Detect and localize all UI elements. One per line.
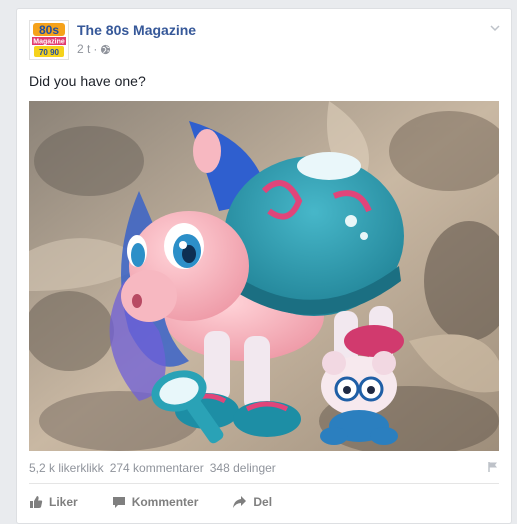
svg-text:Magazine: Magazine <box>33 39 65 46</box>
share-label: Del <box>253 495 273 509</box>
share-icon <box>233 496 247 508</box>
post-timestamp[interactable]: 2 t <box>77 42 90 56</box>
chevron-down-icon[interactable] <box>489 22 501 34</box>
comment-button[interactable]: Kommenter <box>112 495 199 509</box>
shares-count[interactable]: 348 delinger <box>210 461 276 475</box>
flag-icon[interactable] <box>487 461 499 473</box>
thumbs-up-icon <box>30 496 43 508</box>
page-avatar[interactable]: 80s Magazine 70 90 <box>29 20 69 60</box>
post-text: Did you have one? <box>29 73 146 89</box>
engagement-stats: 5,2 k likerklikk 274 kommentarer 348 del… <box>29 461 276 475</box>
post-card: 80s Magazine 70 90 The 80s Magazine 2 t … <box>16 8 512 524</box>
svg-text:70 90: 70 90 <box>39 48 60 57</box>
toy-photo-illustration <box>29 101 499 451</box>
share-button[interactable]: Del <box>232 495 272 509</box>
comment-label: Kommenter <box>131 495 199 509</box>
page-name-link[interactable]: The 80s Magazine <box>77 22 196 38</box>
comment-icon <box>112 497 125 508</box>
globe-icon <box>101 44 111 54</box>
meta-separator: · <box>93 42 98 56</box>
magazine-logo-icon: 80s Magazine 70 90 <box>30 21 68 59</box>
post-photo[interactable] <box>29 101 499 451</box>
post-meta: 2 t · <box>77 42 111 56</box>
actions-divider <box>29 483 499 484</box>
likes-count[interactable]: 5,2 k likerklikk <box>29 461 104 475</box>
svg-text:80s: 80s <box>39 23 59 37</box>
post-actions: Liker Kommenter Del <box>29 491 306 513</box>
post-header: 80s Magazine 70 90 The 80s Magazine 2 t … <box>29 20 501 60</box>
like-label: Liker <box>49 495 78 509</box>
comments-count[interactable]: 274 kommentarer <box>110 461 204 475</box>
like-button[interactable]: Liker <box>29 495 78 509</box>
